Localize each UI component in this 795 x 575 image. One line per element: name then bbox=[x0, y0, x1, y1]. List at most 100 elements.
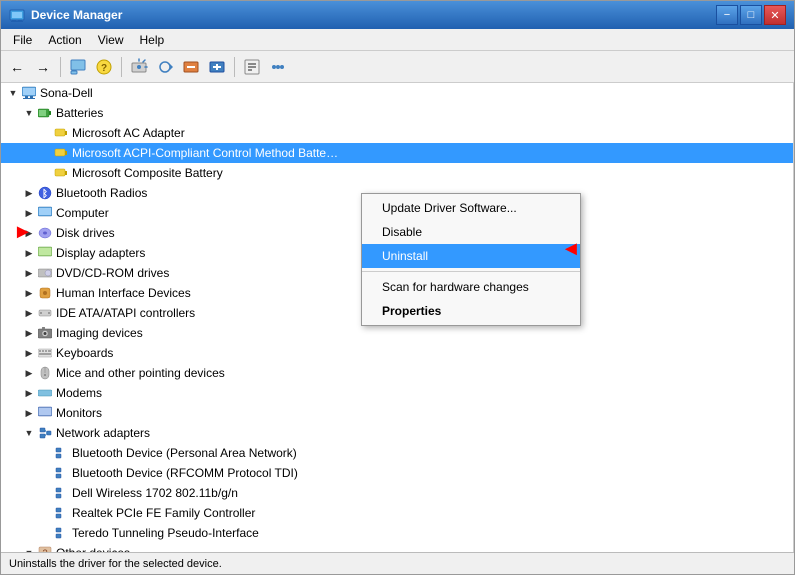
toolbar-add[interactable] bbox=[205, 55, 229, 79]
bt-rfcomm-icon bbox=[53, 465, 69, 481]
window-title: Device Manager bbox=[31, 8, 716, 22]
tree-item-dell-wifi[interactable]: ▶ Dell Wireless 1702 802.11b/g/n bbox=[1, 483, 793, 503]
hid-label: Human Interface Devices bbox=[56, 286, 191, 300]
ctx-disable[interactable]: Disable bbox=[362, 220, 580, 244]
expand-batteries[interactable]: ▼ bbox=[21, 105, 37, 121]
tree-item-keyboards[interactable]: ▶ Keyboards bbox=[1, 343, 793, 363]
expand-dvd[interactable]: ▶ bbox=[21, 265, 37, 281]
minimize-button[interactable]: − bbox=[716, 5, 738, 25]
expand-computer[interactable]: ▶ bbox=[21, 205, 37, 221]
ctx-update-driver[interactable]: Update Driver Software... bbox=[362, 196, 580, 220]
menu-help[interactable]: Help bbox=[132, 31, 173, 49]
tree-item-ms-ac[interactable]: ▶ Microsoft AC Adapter bbox=[1, 123, 793, 143]
ms-ac-label: Microsoft AC Adapter bbox=[72, 126, 185, 140]
toolbar: ← → ? bbox=[1, 51, 794, 83]
ms-acpi-label: Microsoft ACPI-Compliant Control Method … bbox=[72, 146, 338, 160]
wifi-icon bbox=[53, 485, 69, 501]
toolbar-extra[interactable] bbox=[266, 55, 290, 79]
imaging-icon bbox=[37, 325, 53, 341]
hid-icon bbox=[37, 285, 53, 301]
status-text: Uninstalls the driver for the selected d… bbox=[9, 558, 222, 570]
bluetooth-label: Bluetooth Radios bbox=[56, 186, 147, 200]
toolbar-scan[interactable] bbox=[127, 55, 151, 79]
tree-item-sona-dell[interactable]: ▼ Sona-Dell bbox=[1, 83, 793, 103]
toolbar-refresh[interactable] bbox=[153, 55, 177, 79]
expand-hid[interactable]: ▶ bbox=[21, 285, 37, 301]
expand-disk[interactable]: ▶ bbox=[21, 225, 37, 241]
toolbar-up[interactable] bbox=[66, 55, 90, 79]
imaging-label: Imaging devices bbox=[56, 326, 143, 340]
keyboard-icon bbox=[37, 345, 53, 361]
title-bar: Device Manager − □ ✕ bbox=[1, 1, 794, 29]
tree-item-mice[interactable]: ▶ Mice and other pointing devices bbox=[1, 363, 793, 383]
tree-item-bt-rfcomm[interactable]: ▶ Bluetooth Device (RFCOMM Protocol TDI) bbox=[1, 463, 793, 483]
menu-file[interactable]: File bbox=[5, 31, 40, 49]
ctx-uninstall[interactable]: Uninstall bbox=[362, 244, 580, 268]
tree-item-monitors[interactable]: ▶ Monitors bbox=[1, 403, 793, 423]
dell-wifi-label: Dell Wireless 1702 802.11b/g/n bbox=[72, 486, 238, 500]
monitor-icon bbox=[37, 405, 53, 421]
svg-text:?: ? bbox=[101, 63, 107, 74]
toolbar-properties[interactable] bbox=[240, 55, 264, 79]
monitors-label: Monitors bbox=[56, 406, 102, 420]
bt-pan-icon bbox=[53, 445, 69, 461]
tree-item-ms-comp[interactable]: ▶ Microsoft Composite Battery bbox=[1, 163, 793, 183]
expand-other[interactable]: ▼ bbox=[21, 545, 37, 552]
expand-network[interactable]: ▼ bbox=[21, 425, 37, 441]
toolbar-back[interactable]: ← bbox=[5, 55, 29, 79]
modem-icon bbox=[37, 385, 53, 401]
acpi-icon bbox=[53, 145, 69, 161]
toolbar-forward[interactable]: → bbox=[31, 55, 55, 79]
ac-adapter-icon bbox=[53, 125, 69, 141]
title-bar-buttons: − □ ✕ bbox=[716, 5, 786, 25]
ctx-scan[interactable]: Scan for hardware changes bbox=[362, 275, 580, 299]
toolbar-help[interactable]: ? bbox=[92, 55, 116, 79]
display-label: Display adapters bbox=[56, 246, 145, 260]
network-label: Network adapters bbox=[56, 426, 150, 440]
teredo-icon bbox=[53, 525, 69, 541]
bluetooth-icon: ᛒ bbox=[37, 185, 53, 201]
maximize-button[interactable]: □ bbox=[740, 5, 762, 25]
other-label: Other devices bbox=[56, 546, 130, 552]
tree-item-network[interactable]: ▼ Network adapters bbox=[1, 423, 793, 443]
main-content: ► ▼ Sona-Dell ▼ Batteries ▶ bbox=[1, 83, 794, 552]
ctx-properties[interactable]: Properties bbox=[362, 299, 580, 323]
network-icon bbox=[37, 425, 53, 441]
teredo-label: Teredo Tunneling Pseudo-Interface bbox=[72, 526, 259, 540]
expand-bluetooth[interactable]: ▶ bbox=[21, 185, 37, 201]
diskdrives-label: Disk drives bbox=[56, 226, 115, 240]
display-icon bbox=[37, 245, 53, 261]
tree-item-teredo[interactable]: ▶ Teredo Tunneling Pseudo-Interface bbox=[1, 523, 793, 543]
tree-item-other[interactable]: ▼ ? Other devices bbox=[1, 543, 793, 552]
toolbar-separator-3 bbox=[234, 57, 235, 77]
expand-modems[interactable]: ▶ bbox=[21, 385, 37, 401]
toolbar-remove[interactable] bbox=[179, 55, 203, 79]
tree-item-realtek[interactable]: ▶ Realtek PCIe FE Family Controller bbox=[1, 503, 793, 523]
menu-view[interactable]: View bbox=[90, 31, 132, 49]
toolbar-separator-1 bbox=[60, 57, 61, 77]
bt-rfcomm-label: Bluetooth Device (RFCOMM Protocol TDI) bbox=[72, 466, 298, 480]
menu-action[interactable]: Action bbox=[40, 31, 89, 49]
tree-item-modems[interactable]: ▶ Modems bbox=[1, 383, 793, 403]
other-icon: ? bbox=[37, 545, 53, 552]
expand-keyboards[interactable]: ▶ bbox=[21, 345, 37, 361]
computer-icon bbox=[21, 85, 37, 101]
expand-display[interactable]: ▶ bbox=[21, 245, 37, 261]
batteries-label: Batteries bbox=[56, 106, 103, 120]
ms-comp-label: Microsoft Composite Battery bbox=[72, 166, 223, 180]
sona-dell-label: Sona-Dell bbox=[40, 86, 93, 100]
tree-item-imaging[interactable]: ▶ Imaging devices bbox=[1, 323, 793, 343]
tree-item-bt-pan[interactable]: ▶ Bluetooth Device (Personal Area Networ… bbox=[1, 443, 793, 463]
expand-imaging[interactable]: ▶ bbox=[21, 325, 37, 341]
expand-ide[interactable]: ▶ bbox=[21, 305, 37, 321]
expand-mice[interactable]: ▶ bbox=[21, 365, 37, 381]
close-button[interactable]: ✕ bbox=[764, 5, 786, 25]
tree-item-ms-acpi[interactable]: ▶ Microsoft ACPI-Compliant Control Metho… bbox=[1, 143, 793, 163]
computer-cat-icon bbox=[37, 205, 53, 221]
toolbar-separator-2 bbox=[121, 57, 122, 77]
expand-monitors[interactable]: ▶ bbox=[21, 405, 37, 421]
bt-pan-label: Bluetooth Device (Personal Area Network) bbox=[72, 446, 297, 460]
tree-item-batteries[interactable]: ▼ Batteries bbox=[1, 103, 793, 123]
svg-text:?: ? bbox=[42, 548, 47, 552]
expand-sona-dell[interactable]: ▼ bbox=[5, 85, 21, 101]
